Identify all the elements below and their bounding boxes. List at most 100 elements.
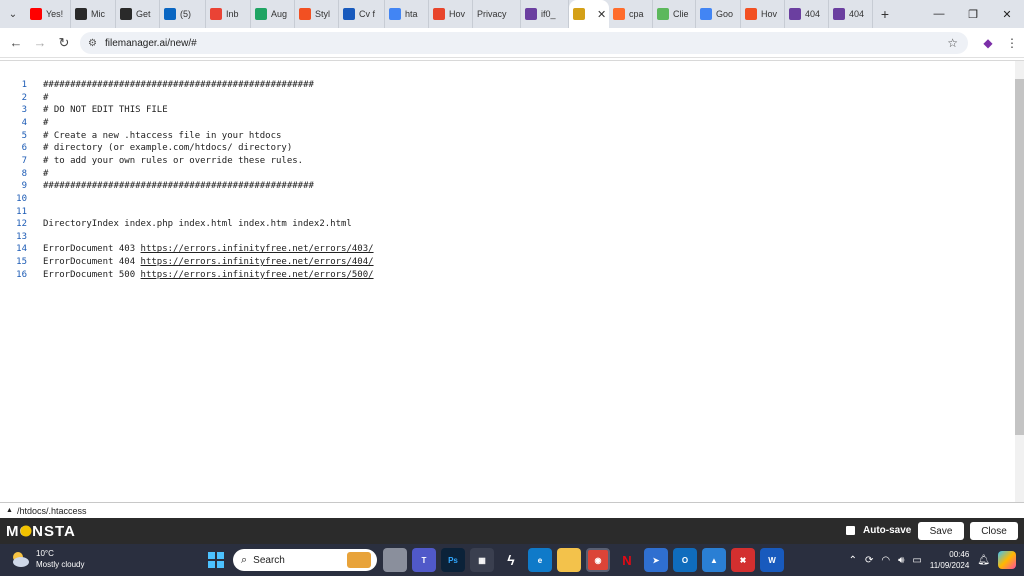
minimize-button[interactable]: — [922, 0, 956, 28]
tab-search-button[interactable]: ⌄ [0, 0, 26, 28]
code-line[interactable]: 14 ErrorDocument 403 https://errors.infin… [0, 243, 1010, 256]
close-window-button[interactable]: ✕ [990, 0, 1024, 28]
browser-tab[interactable]: cpa [609, 0, 653, 28]
code-line[interactable]: 9 #######################################… [0, 180, 1010, 193]
start-icon[interactable] [204, 548, 228, 572]
tab-title: Clie [673, 9, 689, 19]
browser-tab[interactable]: if0_ [521, 0, 569, 28]
browser-tab[interactable]: (5) [160, 0, 206, 28]
code-line[interactable]: 4 # [0, 117, 1010, 130]
browser-tab[interactable]: Inb [206, 0, 251, 28]
tab-title: Inb [226, 9, 239, 19]
browser-tab[interactable]: Yes! [26, 0, 71, 28]
autosave-checkbox[interactable] [846, 526, 855, 535]
browser-tab[interactable]: 404 [829, 0, 873, 28]
maximize-button[interactable]: ❐ [956, 0, 990, 28]
caret-up-icon[interactable]: ▲ [6, 507, 13, 514]
code-line[interactable]: 6 # directory (or example.com/htdocs/ dir… [0, 142, 1010, 155]
tab-title: (5) [180, 9, 191, 19]
teams-icon[interactable]: T [412, 548, 436, 572]
netflix-icon[interactable]: N [615, 548, 639, 572]
browser-tab[interactable]: Hov [429, 0, 473, 28]
address-bar[interactable]: ⚙ filemanager.ai/new/# ☆ [80, 32, 968, 54]
photos-icon[interactable]: ▲ [702, 548, 726, 572]
outlook-icon[interactable]: O [673, 548, 697, 572]
code-text: ErrorDocument 404 https://errors.infinit… [43, 256, 374, 269]
browser-tab[interactable]: Cv f [339, 0, 385, 28]
sync-icon[interactable]: ⟳ [865, 555, 873, 566]
infinity-icon [525, 8, 537, 20]
browser-tab[interactable]: hta [385, 0, 429, 28]
browser-tab[interactable]: Mic [71, 0, 116, 28]
app-icon [433, 8, 445, 20]
code-line[interactable]: 5 # Create a new .htaccess file in your h… [0, 130, 1010, 143]
wifi-icon[interactable]: ◠ [881, 555, 890, 566]
browser-tab[interactable]: Privacy [473, 0, 521, 28]
browser-tab[interactable]: Hov [741, 0, 785, 28]
browser-tab[interactable]: ✕ [569, 0, 609, 28]
forward-button[interactable]: → [28, 35, 52, 50]
save-button[interactable]: Save [918, 522, 964, 540]
cpanel-icon [613, 8, 625, 20]
back-button[interactable]: ← [4, 35, 28, 50]
terminal-icon[interactable]: ϟ [499, 548, 523, 572]
code-line[interactable]: 12 DirectoryIndex index.php index.html in… [0, 218, 1010, 231]
monsta-logo: MONSTA [6, 522, 96, 544]
system-tray: ⌃ ⟳ ◠ 🔊︎ ▭ 00:46 11/09/2024 🔔︎ [849, 544, 1024, 576]
bookmark-star-icon[interactable]: ☆ [947, 36, 958, 50]
edge-icon[interactable]: e [528, 548, 552, 572]
close-button[interactable]: Close [970, 522, 1018, 540]
battery-icon[interactable]: ▭ [912, 555, 921, 566]
code-line[interactable]: 8 # [0, 168, 1010, 181]
search-icon: ⌕ [241, 553, 248, 566]
store-icon[interactable]: ▦ [470, 548, 494, 572]
taskbar-search[interactable]: ⌕ Search [233, 549, 377, 571]
browser-tab[interactable]: Goo [696, 0, 741, 28]
code-text-content: # [43, 92, 49, 103]
reload-button[interactable]: ↻ [52, 35, 76, 51]
clock[interactable]: 00:46 11/09/2024 [930, 549, 969, 571]
browser-tab[interactable]: Clie [653, 0, 696, 28]
code-line[interactable]: 16 ErrorDocument 500 https://errors.infin… [0, 269, 1010, 282]
browser-tab[interactable]: Styl [295, 0, 339, 28]
browser-tab[interactable]: 404 [785, 0, 829, 28]
file-explorer-icon[interactable] [557, 548, 581, 572]
code-line[interactable]: 7 # to add your own rules or override the… [0, 155, 1010, 168]
power-automate-icon[interactable]: ➤ [644, 548, 668, 572]
code-text: ########################################… [43, 79, 314, 92]
line-number: 11 [16, 206, 27, 217]
notification-bell-icon[interactable]: 🔔︎ [977, 555, 990, 566]
chrome-icon[interactable]: ◉ [586, 548, 610, 572]
chevron-up-icon[interactable]: ⌃ [849, 555, 857, 566]
volume-icon[interactable]: 🔊︎ [898, 555, 904, 566]
xampp-icon[interactable]: ✖ [731, 548, 755, 572]
code-line[interactable]: 11 [0, 206, 1010, 219]
code-line[interactable]: 13 [0, 231, 1010, 244]
autosave-toggle[interactable]: Auto-save [846, 525, 911, 536]
code-line[interactable]: 15 ErrorDocument 404 https://errors.infin… [0, 256, 1010, 269]
copilot-icon[interactable] [998, 551, 1016, 569]
photoshop-icon[interactable]: Ps [441, 548, 465, 572]
tab-title: Yes! [46, 9, 64, 19]
code-text-content: ########################################… [43, 80, 314, 90]
translate-icon [700, 8, 712, 20]
code-line[interactable]: 2 # [0, 92, 1010, 105]
new-tab-button[interactable]: + [873, 6, 897, 22]
tab-title: hta [405, 9, 418, 19]
task-view-icon[interactable] [383, 548, 407, 572]
site-info-icon[interactable]: ⚙ [88, 38, 97, 49]
code-line[interactable]: 1 #######################################… [0, 79, 1010, 92]
extension-icon[interactable]: ◆ [976, 36, 1000, 50]
scrollbar-thumb[interactable] [1015, 79, 1024, 435]
code-line[interactable]: 3 # DO NOT EDIT THIS FILE [0, 104, 1010, 117]
close-tab-icon[interactable]: ✕ [597, 8, 606, 21]
browser-tab[interactable]: Aug [251, 0, 295, 28]
code-editor[interactable]: 1 #######################################… [0, 60, 1024, 503]
code-url: https://errors.infinityfree.net/errors/4… [140, 244, 374, 255]
word-icon[interactable]: W [760, 548, 784, 572]
menu-icon[interactable]: ⋮ [1000, 36, 1024, 50]
browser-tab[interactable]: Get [116, 0, 160, 28]
weather-widget[interactable]: 10°C Mostly cloudy [10, 548, 84, 570]
code-text-content: # directory (or example.com/htdocs/ dire… [43, 143, 293, 154]
code-line[interactable]: 10 [0, 193, 1010, 206]
